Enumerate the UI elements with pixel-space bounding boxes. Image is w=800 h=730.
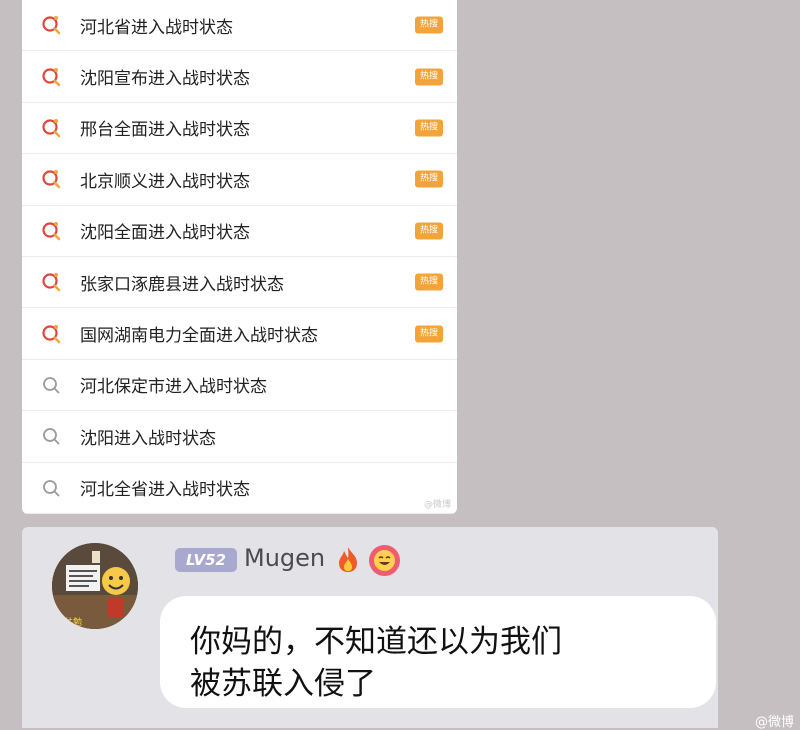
suggestion-text: 沈阳全面进入战时状态 bbox=[80, 223, 250, 244]
suggestion-text: 邢台全面进入战时状态 bbox=[80, 120, 250, 141]
hot-badge: 热搜 bbox=[415, 68, 443, 86]
panel-watermark: @微博 bbox=[423, 500, 451, 510]
level-badge: LV52 bbox=[175, 548, 237, 572]
hot-search-icon bbox=[42, 16, 61, 35]
avatar-caption: 共勉 bbox=[64, 618, 83, 628]
hot-search-icon bbox=[42, 324, 61, 343]
suggestion-row[interactable]: 河北省进入战时状态 热搜 bbox=[22, 0, 457, 52]
hot-badge: 热搜 bbox=[415, 222, 443, 240]
hot-badge: 热搜 bbox=[415, 119, 443, 137]
hot-search-icon bbox=[42, 118, 61, 138]
suggestion-text: 国网湖南电力全面进入战时状态 bbox=[80, 326, 318, 347]
hot-search-icon bbox=[42, 67, 61, 86]
avatar[interactable]: 共勉 bbox=[52, 543, 138, 629]
suggestion-row[interactable]: 邢台全面进入战时状态 热搜 bbox=[22, 103, 457, 155]
suggestion-row[interactable]: 河北保定市进入战时状态 bbox=[22, 360, 457, 412]
suggestion-text: 张家口涿鹿县进入战时状态 bbox=[80, 274, 284, 295]
suggestion-text: 北京顺义进入战时状态 bbox=[80, 171, 250, 192]
suggestion-row[interactable]: 沈阳宣布进入战时状态 热搜 bbox=[22, 51, 457, 103]
hot-badge: 热搜 bbox=[415, 325, 443, 343]
message-bubble[interactable]: 你妈的，不知道还以为我们 被苏联入侵了 bbox=[160, 596, 716, 708]
suggestion-row[interactable]: 河北全省进入战时状态 bbox=[22, 463, 457, 514]
search-icon bbox=[43, 479, 60, 497]
hot-badge: 热搜 bbox=[415, 170, 443, 188]
suggestion-text: 沈阳进入战时状态 bbox=[80, 428, 216, 449]
message-line: 被苏联入侵了 bbox=[190, 666, 376, 702]
username[interactable]: Mugen bbox=[244, 544, 325, 572]
suggestion-row[interactable]: 张家口涿鹿县进入战时状态 热搜 bbox=[22, 257, 457, 309]
suggestion-row[interactable]: 沈阳进入战时状态 bbox=[22, 411, 457, 463]
search-suggestion-panel: 河北省进入战时状态 热搜 沈阳宣布进入战时状态 热搜 邢台全面进入战时状态 热搜… bbox=[22, 0, 457, 514]
hot-badge: 热搜 bbox=[415, 16, 443, 34]
hot-search-icon bbox=[42, 170, 61, 189]
search-icon bbox=[43, 377, 60, 394]
corner-watermark: @微博 bbox=[754, 715, 794, 730]
message-line: 你妈的，不知道还以为我们 bbox=[190, 624, 562, 660]
suggestion-text: 河北全省进入战时状态 bbox=[80, 480, 250, 501]
suggestion-text: 河北省进入战时状态 bbox=[80, 17, 233, 38]
chat-message-panel: 共勉 LV52 Mugen 你妈的，不知道还以为我们 被苏联入侵了 bbox=[22, 527, 718, 728]
search-icon bbox=[43, 428, 60, 445]
smiling-face-icon bbox=[369, 545, 400, 576]
suggestion-text: 沈阳宣布进入战时状态 bbox=[80, 69, 250, 90]
hot-badge: 热搜 bbox=[415, 273, 443, 291]
fire-icon bbox=[339, 547, 357, 572]
suggestion-row[interactable]: 北京顺义进入战时状态 热搜 bbox=[22, 154, 457, 206]
hot-search-icon bbox=[42, 221, 61, 240]
hot-search-icon bbox=[42, 273, 61, 292]
suggestion-text: 河北保定市进入战时状态 bbox=[80, 377, 267, 398]
suggestion-row[interactable]: 国网湖南电力全面进入战时状态 热搜 bbox=[22, 308, 457, 360]
suggestion-row[interactable]: 沈阳全面进入战时状态 热搜 bbox=[22, 206, 457, 257]
